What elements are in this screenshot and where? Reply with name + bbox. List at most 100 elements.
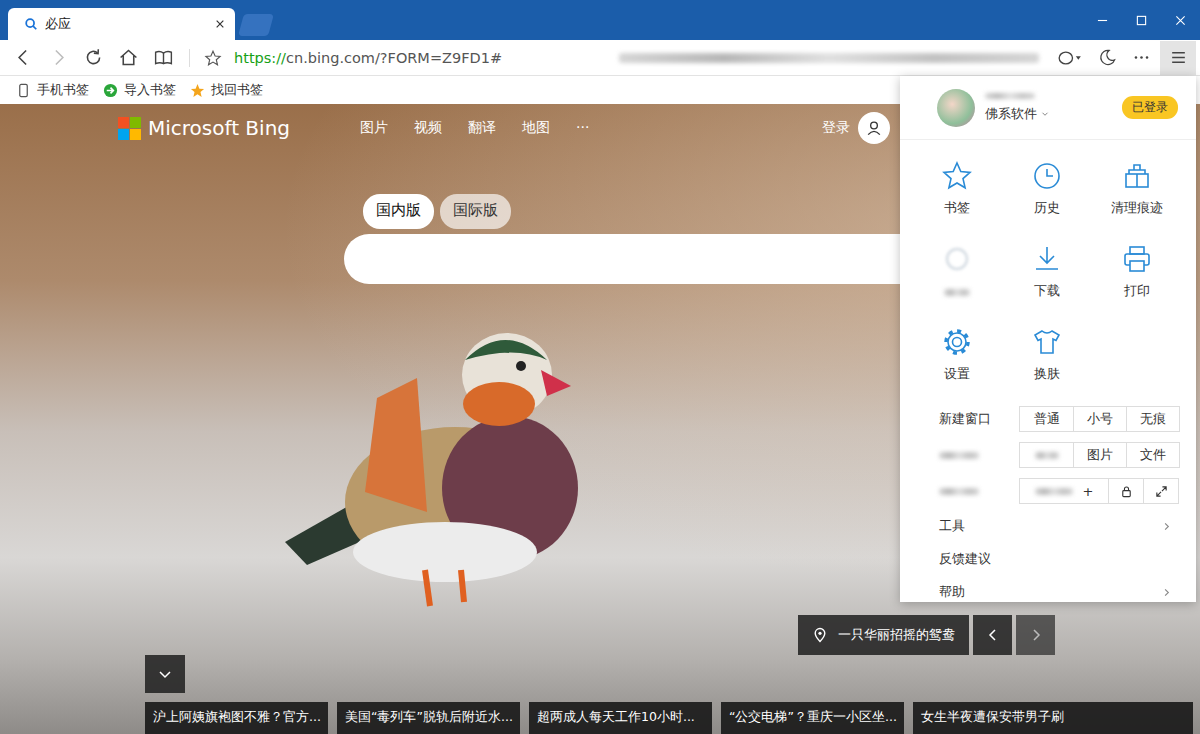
- tile-icon: [1121, 243, 1153, 275]
- bing-logo[interactable]: Microsoft Bing: [118, 116, 290, 140]
- login-button[interactable]: 登录: [822, 112, 890, 144]
- refresh-button[interactable]: [78, 43, 108, 73]
- minimize-button[interactable]: [1083, 0, 1122, 40]
- option-button[interactable]: +: [1020, 479, 1108, 503]
- menu-option-row: +: [900, 478, 1196, 504]
- menu-tile[interactable]: 清理痕迹: [1092, 150, 1182, 233]
- blurred-text: [619, 53, 1039, 63]
- blurred-text: [939, 452, 979, 459]
- bookmark-label: 导入书签: [124, 81, 176, 99]
- tile-icon: [1031, 243, 1063, 275]
- logo-text: Microsoft Bing: [148, 116, 290, 140]
- new-tab-button[interactable]: [238, 14, 274, 36]
- news-card[interactable]: 女生半夜遭保安带男子刷: [913, 702, 1193, 734]
- blurred-text: [1035, 452, 1059, 459]
- main-menu-button[interactable]: [1160, 41, 1196, 75]
- option-button[interactable]: [1143, 479, 1178, 503]
- back-arrow-icon: [13, 47, 34, 68]
- account-avatar[interactable]: [937, 89, 975, 127]
- title-bar: 必应: [0, 0, 1200, 40]
- close-icon: [1175, 15, 1186, 26]
- bing-nav: 图片 视频 翻译 地图 ···: [360, 119, 589, 137]
- menu-tiles: 书签 历史 清理痕迹 下载 打印 设置 换肤: [900, 140, 1196, 399]
- region-tab[interactable]: 国际版: [440, 194, 511, 229]
- menu-tile[interactable]: 设置: [912, 316, 1002, 399]
- menu-tile[interactable]: [912, 233, 1002, 316]
- nav-link[interactable]: 图片: [360, 119, 388, 137]
- close-tab-icon[interactable]: [215, 19, 225, 29]
- previous-photo-button[interactable]: [973, 615, 1012, 655]
- address-field[interactable]: https://cn.bing.com/?FORM=Z9FD1#: [234, 50, 502, 66]
- news-strip: 沪上阿姨旗袍图不雅？官方... 美国“毒列车”脱轨后附近水... 超两成人每天工作1…: [0, 702, 1200, 734]
- next-photo-button[interactable]: [1016, 615, 1055, 655]
- news-card[interactable]: 超两成人每天工作10小时...: [529, 702, 712, 734]
- left-chevron-icon: [985, 627, 1001, 643]
- hamburger-icon: [1169, 48, 1188, 67]
- menu-link[interactable]: 工具: [900, 510, 1196, 543]
- news-card[interactable]: 美国“毒列车”脱轨后附近水...: [337, 702, 520, 734]
- nav-link[interactable]: 视频: [414, 119, 442, 137]
- news-card[interactable]: 沪上阿姨旗袍图不雅？官方...: [145, 702, 328, 734]
- home-button[interactable]: [113, 43, 143, 73]
- tile-label: 下载: [1034, 283, 1060, 300]
- maximize-button[interactable]: [1122, 0, 1161, 40]
- news-card[interactable]: “公交电梯”？重庆一小区坐...: [721, 702, 904, 734]
- menu-tile[interactable]: 书签: [912, 150, 1002, 233]
- option-button[interactable]: 普通: [1020, 407, 1073, 431]
- dropdown-chevron-icon: [1040, 109, 1050, 119]
- login-label: 登录: [822, 119, 850, 137]
- menu-tile[interactable]: 打印: [1092, 233, 1182, 316]
- reader-button[interactable]: [148, 43, 178, 73]
- star-icon: [190, 83, 205, 98]
- tile-label: 清理痕迹: [1111, 200, 1163, 217]
- browser-main-menu: 佛系软件 已登录 书签 历史 清理痕迹 下载 打印 设置 换肤 新建窗口 普通小…: [900, 76, 1196, 602]
- region-tab[interactable]: 国内版: [363, 194, 434, 229]
- more-button[interactable]: [1126, 41, 1156, 75]
- menu-link[interactable]: 反馈建议: [900, 543, 1196, 576]
- menu-tile[interactable]: 换肤: [1002, 316, 1092, 399]
- tab-label: 必应: [45, 15, 208, 33]
- photo-caption[interactable]: 一只华丽招摇的鸳鸯: [798, 615, 969, 655]
- row-label: [939, 488, 1019, 495]
- tile-label: 历史: [1034, 200, 1060, 217]
- option-button[interactable]: 小号: [1073, 407, 1126, 431]
- expand-news-button[interactable]: [145, 655, 185, 693]
- tile-label: 书签: [944, 200, 970, 217]
- option-button[interactable]: 无痕: [1126, 407, 1179, 431]
- link-label: 帮助: [939, 584, 965, 601]
- tile-icon: [941, 326, 973, 358]
- tile-icon: [941, 243, 973, 275]
- nav-link[interactable]: 翻译: [468, 119, 496, 137]
- menu-link[interactable]: 帮助: [900, 576, 1196, 609]
- close-button[interactable]: [1161, 0, 1200, 40]
- menu-tile[interactable]: 下载: [1002, 233, 1092, 316]
- option-button[interactable]: 文件: [1126, 443, 1179, 467]
- minimize-icon: [1097, 15, 1108, 26]
- bookmark-item[interactable]: 导入书签: [103, 81, 176, 99]
- option-button[interactable]: [1108, 479, 1143, 503]
- bookmark-item[interactable]: 找回书签: [190, 81, 263, 99]
- forward-arrow-icon: [48, 47, 69, 68]
- account-name[interactable]: 佛系软件: [985, 105, 1050, 123]
- blurred-text: [939, 488, 979, 495]
- zoom-in-label: +: [1083, 484, 1094, 499]
- dots-icon: [1132, 48, 1151, 67]
- night-mode-button[interactable]: [1092, 41, 1122, 75]
- extension-button[interactable]: [1052, 41, 1088, 75]
- location-pin-icon: [812, 627, 828, 643]
- menu-option-row: 图片文件: [900, 442, 1196, 468]
- menu-tile[interactable]: 历史: [1002, 150, 1092, 233]
- nav-link[interactable]: 地图: [522, 119, 550, 137]
- option-button[interactable]: 图片: [1073, 443, 1126, 467]
- forward-button[interactable]: [43, 43, 73, 73]
- option-button[interactable]: [1020, 443, 1073, 467]
- nav-link[interactable]: ···: [576, 119, 589, 137]
- browser-tab[interactable]: 必应: [8, 8, 235, 40]
- bookmark-item[interactable]: 手机书签: [16, 81, 89, 99]
- address-toolbar: https://cn.bing.com/?FORM=Z9FD1#: [0, 40, 1200, 76]
- favorite-button[interactable]: [201, 43, 225, 73]
- import-icon: [103, 83, 118, 98]
- blurred-text: [944, 289, 970, 296]
- back-button[interactable]: [8, 43, 38, 73]
- menu-links: 工具 反馈建议 帮助: [900, 510, 1196, 609]
